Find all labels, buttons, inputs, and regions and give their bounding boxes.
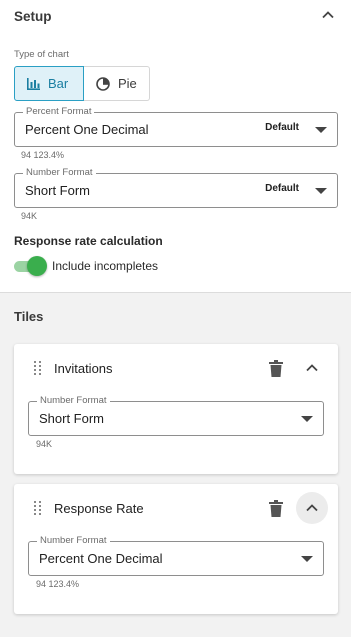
pie-chart-icon [96, 76, 110, 91]
tiles-title: Tiles [14, 309, 44, 324]
percent-format-default-badge: Default [265, 122, 299, 133]
tile-number-format-select[interactable]: Number Format Percent One Decimal [28, 535, 324, 576]
bar-chart-button[interactable]: Bar [14, 66, 84, 101]
setup-panel: Setup Type of chart Bar Pie Percent Form… [0, 0, 351, 292]
tile-format-preview: 94K [36, 439, 53, 449]
response-rate-title: Response rate calculation [14, 234, 163, 248]
collapse-tile-button[interactable] [296, 352, 328, 384]
dropdown-caret-icon [315, 127, 327, 133]
bar-chart-icon [27, 77, 40, 90]
percent-format-select[interactable]: Percent Format Percent One Decimal Defau… [14, 106, 338, 147]
drag-handle-icon[interactable] [34, 501, 42, 522]
dropdown-caret-icon [301, 556, 313, 562]
include-incompletes-label: Include incompletes [52, 259, 159, 273]
tile-card-response-rate: Response Rate Number Format Percent One … [14, 484, 338, 614]
tile-format-preview: 94 123.4% [36, 579, 80, 589]
tiles-panel: Tiles Invitations Number Format Short Fo… [0, 292, 351, 637]
percent-format-value: Percent One Decimal [25, 122, 149, 137]
trash-icon [269, 359, 283, 377]
tile-name: Response Rate [54, 501, 144, 516]
number-format-preview: 94K [21, 211, 38, 221]
chart-type-toggle-group: Bar Pie [14, 66, 150, 101]
chart-type-label: Type of chart [14, 49, 69, 60]
trash-icon [269, 499, 283, 517]
number-format-legend: Number Format [23, 167, 96, 179]
drag-handle-icon[interactable] [34, 361, 42, 382]
number-format-select[interactable]: Number Format Short Form Default [14, 167, 338, 208]
setup-title: Setup [14, 8, 52, 24]
collapse-tile-button[interactable] [296, 492, 328, 524]
tile-name: Invitations [54, 361, 113, 376]
tile-format-value: Percent One Decimal [39, 551, 163, 566]
delete-tile-button[interactable] [266, 498, 286, 518]
number-format-value: Short Form [25, 183, 91, 198]
tile-number-format-select[interactable]: Number Format Short Form [28, 395, 324, 436]
include-incompletes-toggle[interactable] [14, 256, 47, 276]
pie-chart-button[interactable]: Pie [84, 66, 150, 101]
dropdown-caret-icon [301, 416, 313, 422]
tile-format-legend: Number Format [37, 395, 110, 407]
chevron-up-icon [306, 504, 318, 512]
tile-format-legend: Number Format [37, 535, 110, 547]
chevron-up-icon [306, 364, 318, 372]
collapse-setup-button[interactable] [317, 4, 339, 26]
number-format-default-badge: Default [265, 183, 299, 194]
tile-format-value: Short Form [39, 411, 105, 426]
chevron-up-icon [322, 11, 334, 19]
setup-header: Setup [14, 8, 337, 24]
bar-chart-label: Bar [48, 76, 69, 91]
percent-format-legend: Percent Format [23, 106, 95, 118]
tile-card-invitations: Invitations Number Format Short Form 94K [14, 344, 338, 474]
percent-format-preview: 94 123.4% [21, 150, 65, 160]
dropdown-caret-icon [315, 188, 327, 194]
toggle-knob [27, 256, 47, 276]
delete-tile-button[interactable] [266, 358, 286, 378]
pie-chart-label: Pie [118, 76, 137, 91]
